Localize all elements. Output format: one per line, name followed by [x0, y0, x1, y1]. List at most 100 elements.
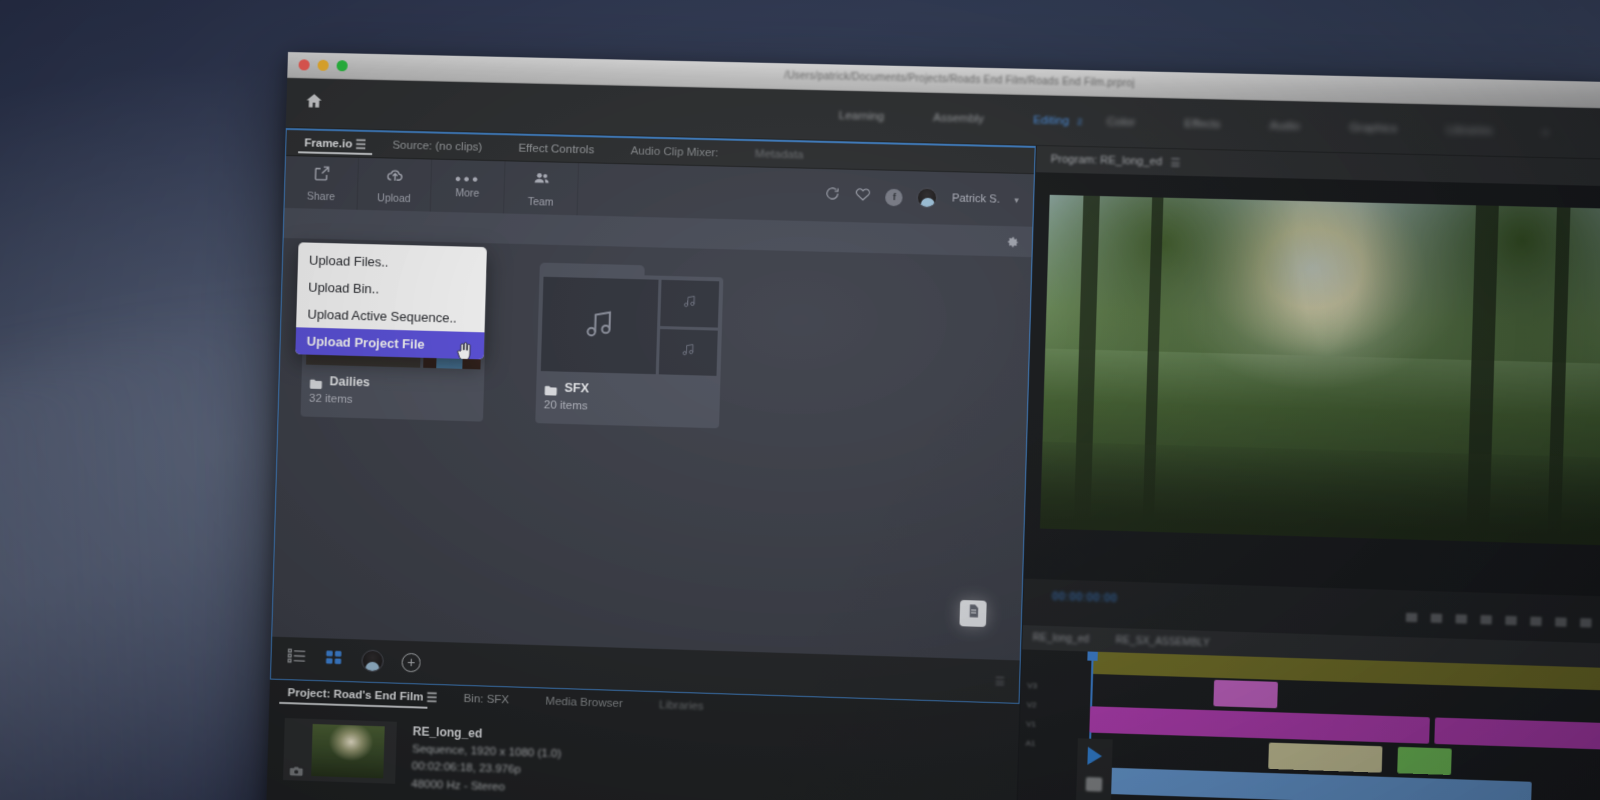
upload-button[interactable]: Upload: [357, 157, 433, 212]
workspace-tab-libraries[interactable]: Libraries: [1422, 123, 1518, 137]
folder-meta: Dailies 32 items: [305, 365, 481, 418]
workspace-tabs[interactable]: Learning Assembly Editing 2 Color Effect…: [814, 109, 1574, 139]
music-note-icon: [680, 342, 696, 363]
folder-icon: [309, 376, 322, 389]
asset-name: SFX: [564, 380, 590, 396]
asset-card-sfx[interactable]: SFX 20 items: [535, 262, 724, 429]
timeline-clip[interactable]: [1268, 742, 1383, 773]
gear-icon[interactable]: [1006, 235, 1020, 248]
program-monitor-timecode: 00:00:00:00: [1052, 591, 1118, 605]
document-icon: [965, 603, 981, 624]
tab-source[interactable]: Source: (no clips): [374, 132, 501, 160]
home-icon: [304, 91, 324, 115]
premiere-body: Frame.io ☰ Source: (no clips) Effect Con…: [265, 127, 1600, 800]
folder-card-body: SFX 20 items: [535, 272, 724, 429]
timeline-clip[interactable]: [1434, 717, 1600, 751]
heart-icon[interactable]: [855, 185, 872, 207]
workspace-tab-graphics[interactable]: Graphics: [1325, 121, 1423, 135]
workspace-tab-learning[interactable]: Learning: [814, 109, 909, 123]
timeline-clip[interactable]: [1213, 679, 1278, 709]
refresh-icon[interactable]: [824, 185, 841, 207]
workspace-tab-overflow[interactable]: »: [1517, 125, 1574, 139]
hand-pointer-cursor: [456, 342, 473, 360]
upload-dropdown-menu[interactable]: Upload Files.. Upload Bin.. Upload Activ…: [295, 242, 487, 360]
tab-media-browser[interactable]: Media Browser: [527, 688, 641, 718]
monitor-tool-column[interactable]: [1073, 738, 1113, 800]
track-label: V3: [1027, 680, 1038, 691]
music-note-icon: [582, 305, 617, 345]
tab-effect-controls[interactable]: Effect Controls: [500, 135, 613, 163]
tab-frameio[interactable]: Frame.io ☰: [286, 130, 375, 157]
tab-metadata[interactable]: Metadata: [736, 141, 822, 168]
left-column: Frame.io ☰ Source: (no clips) Effect Con…: [265, 127, 1036, 800]
tool-icon[interactable]: [1085, 777, 1103, 792]
avatar[interactable]: [361, 649, 384, 673]
more-button[interactable]: ••• More: [430, 159, 506, 214]
grid-view-icon[interactable]: [324, 648, 344, 671]
asset-name: Dailies: [329, 374, 371, 390]
plus-circle-icon[interactable]: +: [401, 652, 421, 672]
play-icon[interactable]: [1087, 746, 1103, 766]
thumbnail: [540, 276, 659, 375]
tab-project-label: Project: Road's End Film: [287, 687, 424, 704]
program-monitor-video: [1039, 194, 1600, 546]
team-button[interactable]: Team: [504, 161, 580, 216]
folder-thumbnails: [540, 276, 720, 376]
timeline-tab-0[interactable]: RE_long_ed: [1033, 632, 1090, 645]
timeline-clip[interactable]: [1397, 746, 1452, 776]
share-label: Share: [306, 190, 336, 203]
monitor-button[interactable]: [1455, 614, 1468, 624]
hamburger-menu-icon[interactable]: ☰: [1170, 156, 1181, 169]
monitor-button[interactable]: [1505, 615, 1517, 626]
bottom-bar-overflow[interactable]: ☰: [995, 674, 1005, 687]
program-monitor-title: Program: RE_long_ed: [1050, 153, 1163, 169]
monitor-button[interactable]: [1579, 618, 1592, 628]
team-people-icon: [531, 168, 551, 193]
user-name-label: Patrick S.: [951, 192, 1001, 206]
asset-item-count: 20 items: [543, 399, 588, 413]
monitor-button[interactable]: [1530, 616, 1542, 627]
share-external-icon: [312, 163, 332, 187]
tab-libraries[interactable]: Libraries: [641, 692, 723, 721]
workspace-tab-assembly[interactable]: Assembly: [909, 111, 1009, 125]
folder-icon: [544, 382, 557, 396]
music-note-icon: [682, 293, 698, 314]
notification-badge-icon[interactable]: f: [885, 188, 904, 206]
workspace-tab-effects[interactable]: Effects: [1160, 117, 1246, 131]
frameio-toolbar-right: f Patrick S. ▾: [824, 185, 1033, 211]
right-column: Program: RE_long_ed ☰ 00:00:00:00 RE_lon…: [1014, 145, 1600, 800]
tab-frameio-label: Frame.io: [304, 136, 353, 151]
more-label: More: [455, 186, 480, 200]
frameio-panel: Frame.io ☰ Source: (no clips) Effect Con…: [269, 127, 1036, 704]
list-view-icon[interactable]: [287, 647, 307, 670]
home-button[interactable]: [286, 90, 341, 115]
premiere-pro-window: /Users/patrick/Documents/Projects/Roads …: [265, 52, 1600, 800]
monitor-button[interactable]: [1430, 613, 1443, 623]
chevron-down-icon[interactable]: ▾: [1014, 194, 1019, 205]
project-item-thumbnail: [283, 718, 397, 784]
project-item-info: RE_long_ed Sequence, 1920 x 1080 (1.0) 0…: [411, 722, 562, 799]
track-label: V1: [1025, 719, 1037, 729]
monitor-button[interactable]: [1555, 617, 1567, 627]
monitor-button[interactable]: [1405, 612, 1418, 623]
tab-audio-clip-mixer[interactable]: Audio Clip Mixer:: [612, 138, 737, 166]
project-item-line3: 48000 Hz - Stereo: [410, 778, 506, 794]
document-button[interactable]: [959, 599, 987, 628]
share-button[interactable]: Share: [284, 155, 360, 210]
folder-meta: SFX 20 items: [539, 371, 716, 424]
track-label: V2: [1026, 700, 1037, 710]
avatar[interactable]: [916, 187, 938, 209]
program-monitor[interactable]: [1024, 172, 1600, 598]
camera-icon: [289, 763, 303, 776]
thumbnail: [660, 279, 720, 328]
asset-item-count: 32 items: [308, 392, 353, 406]
tab-bin-sfx[interactable]: Bin: SFX: [445, 685, 528, 714]
timeline-tab-1[interactable]: RE_SX_ASSEMBLY: [1116, 635, 1210, 649]
workspace-tab-audio[interactable]: Audio: [1245, 119, 1325, 133]
thumbnail: [658, 328, 718, 376]
monitor-button[interactable]: [1480, 615, 1492, 625]
workspace-tab-color[interactable]: Color: [1082, 115, 1160, 129]
hamburger-menu-icon[interactable]: ☰: [426, 691, 439, 705]
monitor-button-row[interactable]: [1405, 612, 1600, 629]
hamburger-menu-icon[interactable]: ☰: [355, 137, 368, 151]
